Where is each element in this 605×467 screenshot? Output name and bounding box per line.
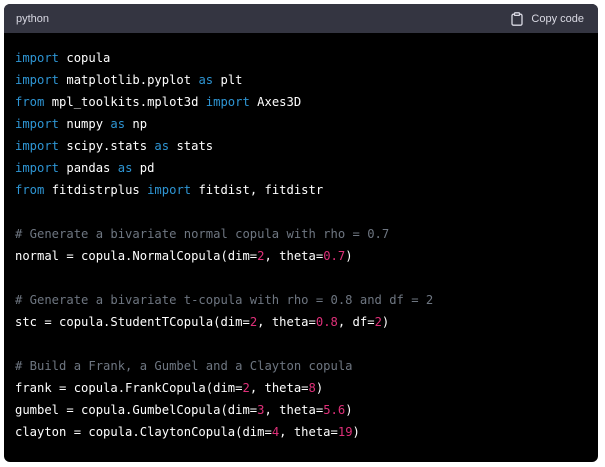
code-line: # Build a Frank, a Gumbel and a Clayton … [15, 355, 588, 377]
code-text: plt [213, 73, 243, 87]
code-line: import pandas as pd [15, 157, 588, 179]
code-text: stc = copula.StudentTCopula(dim= [15, 315, 250, 329]
code-line: normal = copula.NormalCopula(dim=2, thet… [15, 245, 588, 267]
code-text: , theta= [279, 425, 338, 439]
copy-code-label: Copy code [531, 12, 584, 25]
code-keyword: import [15, 73, 60, 87]
code-comment: # Build a Frank, a Gumbel and a Clayton … [15, 359, 353, 373]
code-text: , theta= [257, 315, 316, 329]
code-line: from fitdistrplus import fitdist, fitdis… [15, 179, 588, 201]
code-comment: # Generate a bivariate normal copula wit… [15, 227, 390, 241]
code-text: ) [381, 315, 390, 329]
code-line: # Generate a bivariate normal copula wit… [15, 223, 588, 245]
code-line: # Generate a bivariate t-copula with rho… [15, 289, 588, 311]
code-text: frank = copula.FrankCopula(dim= [15, 381, 243, 395]
code-number: 2 [374, 315, 382, 329]
clipboard-icon [511, 11, 524, 26]
code-line: import numpy as np [15, 113, 588, 135]
copy-code-button[interactable]: Copy code [511, 11, 584, 26]
code-block-header: python Copy code [4, 4, 598, 33]
code-keyword: import [15, 161, 60, 175]
code-keyword: as [154, 139, 170, 153]
code-text: numpy [59, 117, 111, 131]
code-keyword: import [147, 183, 192, 197]
code-text: np [125, 117, 148, 131]
code-text: pd [132, 161, 155, 175]
code-text: fitdistrplus [44, 183, 148, 197]
code-line: clayton = copula.ClaytonCopula(dim=4, th… [15, 421, 588, 443]
code-keyword: import [15, 51, 60, 65]
code-text: gumbel = copula.GumbelCopula(dim= [15, 403, 258, 417]
code-keyword: import [15, 139, 60, 153]
code-line: stc = copula.StudentTCopula(dim= 2 , theta… [15, 311, 588, 333]
code-text: ) [352, 425, 360, 439]
code-text: stats [169, 139, 214, 153]
code-number: 19 [337, 425, 353, 439]
code-text: ) [345, 249, 353, 263]
code-text: copula [59, 51, 111, 65]
code-comment: # Generate a bivariate t-copula with rho… [15, 293, 434, 307]
code-line: import copula [15, 47, 588, 69]
code-keyword: as [110, 117, 126, 131]
code-text: , df= [337, 315, 375, 329]
code-keyword: import [205, 95, 250, 109]
language-label: python [16, 12, 50, 25]
code-text: , theta= [249, 381, 309, 395]
code-text: mpl_toolkits.mplot3d [44, 95, 206, 109]
code-keyword: from [15, 95, 45, 109]
code-keyword: import [15, 117, 60, 131]
code-line: import matplotlib.pyplot as plt [15, 69, 588, 91]
code-keyword: as [117, 161, 133, 175]
code-number: 2 [242, 381, 250, 395]
code-text: fitdist, fitdistr [191, 183, 324, 197]
code-text: Axes3D [249, 95, 302, 109]
code-text: scipy.stats [59, 139, 155, 153]
code-text: , theta= [264, 249, 324, 263]
code-line: gumbel = copula.GumbelCopula(dim=3, thet… [15, 399, 588, 421]
code-text: normal = copula.NormalCopula(dim= [15, 249, 258, 263]
code-number: 8 [308, 381, 316, 395]
code-text: ) [345, 403, 353, 417]
code-line: from mpl_toolkits.mplot3d import Axes3D [15, 91, 588, 113]
code-text: pandas [59, 161, 118, 175]
code-text: clayton = copula.ClaytonCopula(dim= [15, 425, 272, 439]
code-text: ) [315, 381, 324, 395]
code-number: 0.8 [315, 315, 338, 329]
code-line: frank = copula.FrankCopula(dim=2, theta=… [15, 377, 588, 399]
code-content: import copula import matplotlib.pyplot as… [4, 33, 598, 443]
code-block: python Copy code import copula import mat… [4, 4, 598, 462]
code-number: 5.6 [323, 403, 346, 417]
code-text: matplotlib.pyplot [59, 73, 199, 87]
code-line: import scipy.stats as stats [15, 135, 588, 157]
code-keyword: as [198, 73, 214, 87]
code-number: 0.7 [323, 249, 346, 263]
code-text: , theta= [264, 403, 324, 417]
code-keyword: from [15, 183, 45, 197]
